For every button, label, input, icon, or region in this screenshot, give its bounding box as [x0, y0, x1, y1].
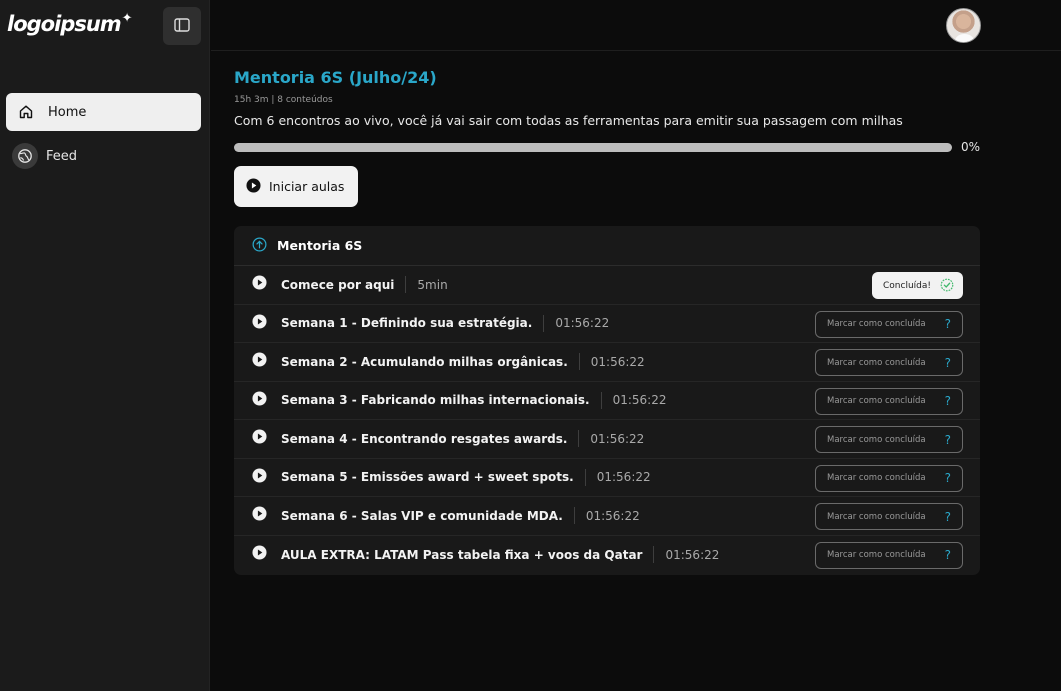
divider	[573, 507, 575, 525]
question-icon: ?	[944, 317, 951, 331]
mark-complete-button[interactable]: Marcar como concluída?	[815, 503, 963, 530]
mark-complete-label: Marcar como concluída	[827, 434, 926, 445]
divider	[405, 276, 407, 294]
progress-label: 0%	[961, 140, 981, 154]
collapse-up-icon	[252, 237, 267, 255]
lesson-duration: 01:56:22	[555, 316, 610, 331]
play-icon[interactable]	[252, 506, 267, 525]
question-icon: ?	[944, 548, 951, 562]
completed-button[interactable]: Concluída!	[872, 272, 963, 299]
divider	[600, 391, 602, 409]
mark-complete-button[interactable]: Marcar como concluída?	[815, 541, 963, 569]
module-card: Mentoria 6S Comece por aqui 5min Concluída…	[234, 226, 980, 575]
course-description: Com 6 encontros ao vivo, você já vai sai…	[234, 113, 903, 128]
play-icon[interactable]	[252, 275, 267, 294]
lesson-title: Comece por aqui	[281, 277, 395, 292]
globe-icon	[12, 143, 38, 169]
lesson-row[interactable]: Semana 5 - Emissões award + sweet spots.…	[234, 459, 980, 497]
lesson-duration: 01:56:22	[590, 431, 645, 446]
play-icon[interactable]	[252, 545, 267, 564]
module-header[interactable]: Mentoria 6S	[234, 226, 980, 266]
mark-complete-label: Marcar como concluída	[827, 319, 926, 329]
sidebar-item-label: Home	[48, 104, 87, 120]
mark-complete-button[interactable]: Marcar como concluída?	[815, 426, 963, 453]
logo-text: logoipsum	[7, 12, 122, 36]
lesson-row[interactable]: Comece por aqui 5min Concluída!	[234, 266, 980, 305]
sparkle-icon: ✦	[121, 11, 133, 26]
progress-bar	[234, 143, 952, 152]
play-icon[interactable]	[252, 314, 267, 333]
sidebar: logoipsum✦ Home Feed	[0, 0, 210, 691]
mark-complete-label: Marcar como concluída	[827, 511, 926, 522]
lesson-title: Semana 1 - Definindo sua estratégia.	[281, 316, 533, 331]
lesson-title: Semana 5 - Emissões award + sweet spots.	[281, 470, 574, 485]
lesson-title: Semana 3 - Fabricando milhas internacion…	[281, 393, 590, 408]
question-icon: ?	[944, 355, 951, 370]
play-icon[interactable]	[252, 391, 267, 410]
lesson-row[interactable]: AULA EXTRA: LATAM Pass tabela fixa + voo…	[234, 536, 980, 575]
completed-label: Concluída!	[883, 280, 931, 291]
lesson-title: Semana 6 - Salas VIP e comunidade MDA.	[281, 508, 563, 523]
sidebar-toggle-button[interactable]	[163, 7, 201, 45]
play-icon[interactable]	[252, 429, 267, 448]
play-icon[interactable]	[252, 468, 267, 487]
question-icon: ?	[944, 509, 951, 524]
question-icon: ?	[944, 394, 951, 408]
divider	[578, 430, 580, 448]
sidebar-item-feed[interactable]: Feed	[6, 137, 201, 175]
question-icon: ?	[944, 432, 951, 447]
home-icon	[16, 102, 36, 122]
lesson-duration: 01:56:22	[665, 547, 720, 562]
sidebar-item-home[interactable]: Home	[6, 93, 201, 131]
lesson-duration: 5min	[417, 277, 448, 292]
sidebar-item-label: Feed	[46, 148, 78, 164]
lesson-duration: 01:56:22	[612, 393, 667, 408]
mark-complete-button[interactable]: Marcar como concluída?	[815, 349, 963, 376]
lesson-title: AULA EXTRA: LATAM Pass tabela fixa + voo…	[281, 547, 643, 562]
app: logoipsum✦ Home Feed Mentoria 6S (Julho/…	[0, 0, 1061, 691]
lesson-duration: 01:56:22	[585, 508, 640, 523]
sidebar-panel-icon	[174, 17, 190, 36]
lesson-duration: 01:56:22	[590, 354, 645, 369]
course-meta: 15h 3m | 8 conteúdos	[234, 95, 333, 105]
logo[interactable]: logoipsum✦	[7, 11, 133, 36]
mark-complete-button[interactable]: Marcar como concluída?	[815, 464, 963, 492]
play-icon	[246, 177, 261, 196]
lesson-row[interactable]: Semana 6 - Salas VIP e comunidade MDA. 01…	[234, 497, 980, 536]
play-icon[interactable]	[252, 352, 267, 371]
lesson-row[interactable]: Semana 1 - Definindo sua estratégia. 01:5…	[234, 305, 980, 343]
question-icon: ?	[944, 471, 951, 485]
start-lessons-button[interactable]: Iniciar aulas	[234, 166, 358, 207]
mark-complete-label: Marcar como concluída	[827, 550, 926, 560]
module-title: Mentoria 6S	[277, 238, 363, 253]
divider	[584, 468, 586, 486]
mark-complete-label: Marcar como concluída	[827, 357, 926, 368]
lesson-title: Semana 2 - Acumulando milhas orgânicas.	[281, 354, 568, 369]
page-title: Mentoria 6S (Julho/24)	[234, 68, 437, 87]
lesson-row[interactable]: Semana 2 - Acumulando milhas orgânicas. 0…	[234, 343, 980, 382]
top-bar	[211, 0, 1061, 51]
lesson-row[interactable]: Semana 4 - Encontrando resgates awards. 0…	[234, 420, 980, 459]
mark-complete-button[interactable]: Marcar como concluída?	[815, 387, 963, 415]
lesson-row[interactable]: Semana 3 - Fabricando milhas internacion…	[234, 382, 980, 420]
check-icon	[940, 278, 954, 295]
lesson-title: Semana 4 - Encontrando resgates awards.	[281, 431, 568, 446]
avatar[interactable]	[946, 8, 981, 43]
mark-complete-label: Marcar como concluída	[827, 396, 926, 406]
mark-complete-label: Marcar como concluída	[827, 473, 926, 483]
lesson-list: Comece por aqui 5min Concluída! Semana 1 - …	[234, 266, 980, 574]
divider	[653, 546, 655, 564]
start-lessons-label: Iniciar aulas	[269, 179, 345, 194]
lesson-duration: 01:56:22	[596, 470, 651, 485]
divider	[578, 353, 580, 371]
divider	[543, 314, 545, 332]
mark-complete-button[interactable]: Marcar como concluída?	[815, 310, 963, 338]
